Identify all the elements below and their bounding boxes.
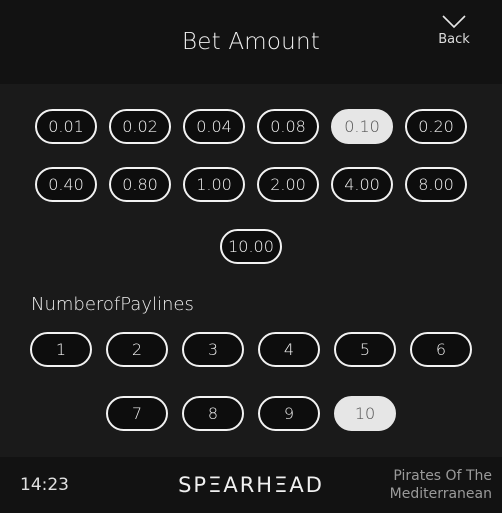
payline-option-4[interactable]: 4 xyxy=(258,332,320,367)
payline-option-7[interactable]: 7 xyxy=(106,396,168,431)
paylines-row-1: 1 2 3 4 5 6 xyxy=(0,332,502,367)
bet-option-0.04[interactable]: 0.04 xyxy=(183,109,245,144)
bet-option-0.40[interactable]: 0.40 xyxy=(35,167,97,202)
bet-option-10.00[interactable]: 10.00 xyxy=(220,229,282,264)
payline-option-1[interactable]: 1 xyxy=(30,332,92,367)
bet-option-0.20[interactable]: 0.20 xyxy=(405,109,467,144)
bet-option-1.00[interactable]: 1.00 xyxy=(183,167,245,202)
header-bar: Bet Amount Back xyxy=(0,0,502,84)
game-name: Pirates Of The Mediterranean xyxy=(390,467,492,503)
bet-option-0.01[interactable]: 0.01 xyxy=(35,109,97,144)
paylines-row-2: 7 8 9 10 xyxy=(0,396,502,431)
bet-option-0.08[interactable]: 0.08 xyxy=(257,109,319,144)
game-name-line-1: Pirates Of The xyxy=(393,468,492,484)
bet-panel: 0.01 0.02 0.04 0.08 0.10 0.20 0.40 0.80 … xyxy=(0,84,502,457)
payline-option-8[interactable]: 8 xyxy=(182,396,244,431)
page-title: Bet Amount xyxy=(182,29,320,55)
bet-row-2: 0.40 0.80 1.00 2.00 4.00 8.00 xyxy=(0,167,502,202)
bet-option-8.00[interactable]: 8.00 xyxy=(405,167,467,202)
bet-option-0.02[interactable]: 0.02 xyxy=(109,109,171,144)
bet-row-3: 10.00 xyxy=(0,229,502,264)
payline-option-9[interactable]: 9 xyxy=(258,396,320,431)
payline-option-5[interactable]: 5 xyxy=(334,332,396,367)
chevron-down-icon xyxy=(442,15,466,29)
bet-option-4.00[interactable]: 4.00 xyxy=(331,167,393,202)
paylines-label: NumberofPaylines xyxy=(31,294,194,315)
game-name-line-2: Mediterranean xyxy=(389,486,492,502)
payline-option-2[interactable]: 2 xyxy=(106,332,168,367)
payline-option-3[interactable]: 3 xyxy=(182,332,244,367)
payline-option-10-selected[interactable]: 10 xyxy=(334,396,396,431)
bet-option-0.80[interactable]: 0.80 xyxy=(109,167,171,202)
bet-option-0.10-selected[interactable]: 0.10 xyxy=(331,109,393,144)
bet-option-2.00[interactable]: 2.00 xyxy=(257,167,319,202)
back-button[interactable]: Back xyxy=(434,14,474,66)
footer-bar: 14:23 SPΞARHΞAD Pirates Of The Mediterra… xyxy=(0,457,502,513)
payline-option-6[interactable]: 6 xyxy=(410,332,472,367)
bet-row-1: 0.01 0.02 0.04 0.08 0.10 0.20 xyxy=(0,109,502,144)
back-label: Back xyxy=(438,32,470,47)
